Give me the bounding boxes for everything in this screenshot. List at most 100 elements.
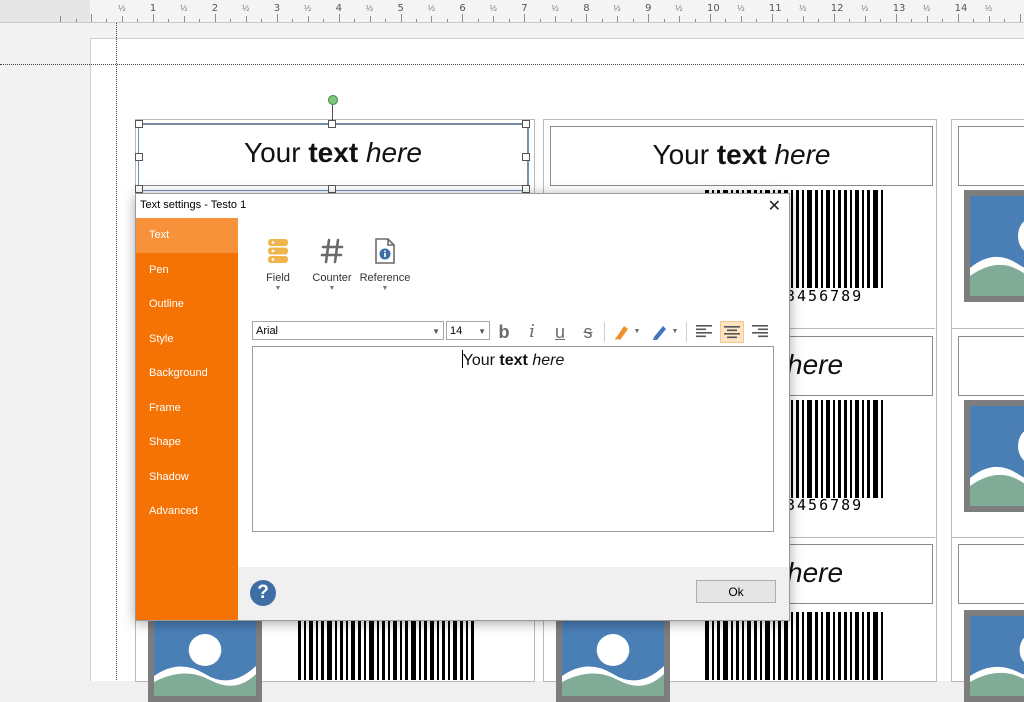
ruler-tick (261, 19, 263, 22)
ruler-tick (586, 14, 588, 22)
ruler-number: 6 (459, 3, 466, 14)
ruler-number: 3 (273, 3, 281, 14)
ruler-half-mark: ½ (551, 4, 560, 13)
ruler-tick (400, 14, 402, 22)
sidebar-item-frame[interactable]: Frame (136, 391, 238, 426)
ruler-tick (508, 19, 510, 22)
ruler-tick (462, 14, 464, 22)
ruler-half-mark: ½ (984, 4, 993, 13)
field-button[interactable]: Field ▼ (250, 238, 306, 292)
strikethrough-icon: s (583, 322, 593, 342)
image-placeholder[interactable] (964, 400, 1024, 512)
image-placeholder[interactable] (556, 610, 670, 702)
chevron-down-icon[interactable]: ▼ (670, 321, 680, 343)
resize-handle-br[interactable] (522, 185, 530, 193)
font-family-select[interactable]: Arial ▼ (252, 321, 444, 340)
hash-icon (320, 238, 344, 264)
chevron-down-icon: ▼ (381, 285, 389, 292)
image-placeholder[interactable] (148, 610, 262, 702)
ruler-tick (292, 19, 294, 22)
ruler-tick (183, 16, 185, 22)
resize-handle-l[interactable] (135, 153, 143, 161)
ruler-half-mark: ½ (860, 4, 869, 13)
image-placeholder[interactable] (964, 610, 1024, 702)
sidebar-item-style[interactable]: Style (136, 322, 238, 357)
ruler-tick (756, 19, 758, 22)
ruler-tick (740, 16, 742, 22)
strikethrough-button[interactable]: s (576, 321, 600, 343)
resize-handle-tl[interactable] (135, 120, 143, 128)
sidebar-item-shadow[interactable]: Shadow (136, 460, 238, 495)
reference-button[interactable]: Reference ▼ (357, 238, 413, 292)
ruler-tick (849, 19, 851, 22)
resize-handle-tr[interactable] (522, 120, 530, 128)
bold-icon: b (498, 322, 510, 342)
image-placeholder[interactable] (964, 190, 1024, 302)
ruler-tick (493, 16, 495, 22)
ruler-half-mark: ½ (613, 4, 621, 13)
ruler-tick (570, 19, 572, 22)
ruler-tick (942, 19, 944, 22)
label-text-field[interactable] (958, 126, 1024, 186)
barcode-graphic[interactable] (298, 618, 477, 680)
highlight-color-button[interactable] (610, 321, 634, 343)
sidebar-item-outline[interactable]: Outline (136, 287, 238, 322)
resize-handle-b[interactable] (328, 185, 336, 193)
label-text-field[interactable]: Your text here (550, 126, 933, 186)
close-icon[interactable]: ✕ (768, 196, 781, 216)
vertical-margin-guide (116, 23, 117, 680)
align-center-button[interactable] (720, 321, 744, 343)
ruler-half-mark: ½ (798, 4, 807, 13)
label-text-field[interactable] (958, 336, 1024, 396)
ruler-half-mark: ½ (427, 4, 436, 13)
bold-button[interactable]: b (492, 321, 516, 343)
barcode-number: 3456789 (786, 287, 864, 305)
pen-color-button[interactable] (648, 321, 672, 343)
rotation-handle[interactable] (328, 95, 338, 105)
ruler-tick (694, 19, 696, 22)
ruler-tick (524, 14, 526, 22)
ruler-tick (1019, 14, 1021, 22)
sidebar-item-text[interactable]: Text (136, 218, 238, 253)
sidebar-item-shape[interactable]: Shape (136, 425, 238, 460)
text-settings-dialog[interactable]: Text settings - Testo 1 ✕ Text Pen Outli… (135, 193, 790, 621)
help-icon[interactable]: ? (250, 580, 276, 606)
chevron-down-icon: ▼ (432, 327, 440, 336)
chevron-down-icon[interactable]: ▼ (632, 321, 642, 343)
ok-button[interactable]: Ok (696, 580, 776, 603)
italic-button[interactable]: i (520, 321, 544, 343)
label-text-field[interactable] (958, 544, 1024, 604)
resize-handle-t[interactable] (328, 120, 336, 128)
sidebar-item-pen[interactable]: Pen (136, 253, 238, 288)
pen-icon (653, 325, 666, 340)
barcode-graphic[interactable] (705, 612, 886, 680)
ruler-half-mark: ½ (736, 4, 745, 13)
ruler-half-mark: ½ (365, 4, 374, 13)
align-right-button[interactable] (748, 321, 772, 343)
sidebar-item-advanced[interactable]: Advanced (136, 494, 238, 529)
ruler-tick (1004, 19, 1006, 22)
underline-button[interactable]: u (548, 321, 572, 343)
ruler-number: 9 (645, 3, 652, 14)
resize-handle-r[interactable] (522, 153, 530, 161)
chevron-down-icon: ▼ (328, 285, 336, 292)
ruler-tick (168, 19, 170, 22)
align-left-button[interactable] (692, 321, 716, 343)
ruler-tick (245, 16, 247, 22)
italic-icon: i (529, 321, 535, 342)
font-size-select[interactable]: 14 ▼ (446, 321, 490, 340)
sidebar-item-background[interactable]: Background (136, 356, 238, 391)
ruler-tick (895, 14, 897, 22)
counter-label: Counter (312, 272, 352, 284)
resize-handle-bl[interactable] (135, 185, 143, 193)
ruler-tick (214, 14, 216, 22)
ruler-half-mark: ½ (675, 4, 683, 13)
settings-sidebar: Text Pen Outline Style Background Frame … (136, 218, 238, 620)
counter-button[interactable]: Counter ▼ (304, 238, 360, 292)
ruler-tick (880, 19, 882, 22)
document-info-icon (375, 238, 395, 264)
ruler-tick (771, 14, 773, 22)
ruler-tick (152, 14, 154, 22)
text-editor[interactable]: Your text here (252, 346, 774, 532)
ruler-half-mark: ½ (241, 4, 250, 13)
